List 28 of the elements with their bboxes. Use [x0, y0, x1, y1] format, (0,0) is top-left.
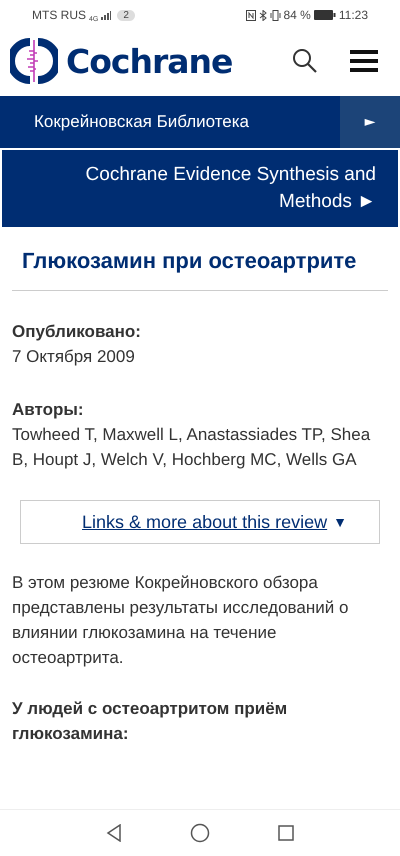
recent-apps-icon[interactable] — [278, 825, 294, 841]
battery-percent: 84 % — [284, 8, 311, 22]
nav-link[interactable]: Cochrane Evidence Synthesis and Methods ► — [2, 150, 398, 227]
search-icon[interactable] — [292, 48, 318, 74]
clock-time: 11:23 — [338, 8, 368, 22]
article-title: Глюкозамин при остеоартрите — [12, 241, 388, 291]
logo-text: Cochrane — [66, 42, 232, 80]
caret-icon: ▼ — [333, 510, 347, 534]
vibrate-icon — [270, 10, 280, 20]
bluetooth-icon — [258, 10, 266, 20]
logo-icon — [10, 37, 58, 85]
section-heading: У людей с остеоартритом приём глюкозамина: — [12, 698, 288, 745]
back-icon[interactable] — [106, 824, 122, 842]
links-toggle-link[interactable]: Links & more about this review — [82, 510, 328, 534]
notification-count: 2 — [117, 10, 135, 20]
carrier-name: MTS RUS — [32, 8, 86, 22]
battery-icon — [314, 10, 336, 20]
nav-link[interactable]: Кокрейновская Библиотека — [0, 96, 340, 148]
signal-icon — [101, 10, 112, 20]
menu-icon[interactable] — [350, 50, 378, 72]
meta-label: Авторы: — [12, 399, 85, 421]
summary-paragraph: В этом резюме Кокрейновского обзора представлены результаты исследований о влиянии глюкозамина на течение остеоартрита. — [12, 572, 350, 669]
expand-arrow-button[interactable]: ► — [340, 96, 400, 148]
home-icon[interactable] — [190, 823, 210, 843]
nfc-icon — [246, 10, 256, 20]
meta-value: Towheed T, Maxwell L, Anastassiades TP, Shea B, Houpt J, Welch V, Hochberg MC, Wells GA — [12, 424, 372, 471]
meta-label: Опубликовано: — [12, 321, 142, 343]
meta-value: 7 Октября 2009 — [12, 346, 136, 368]
